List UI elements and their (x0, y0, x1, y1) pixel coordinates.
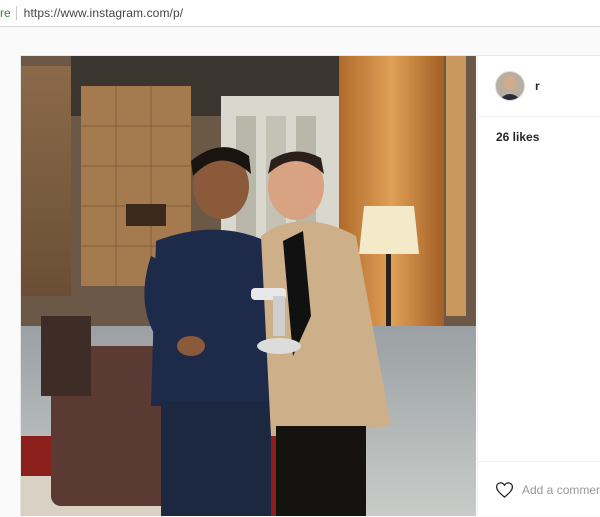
photo-illustration (21, 56, 476, 516)
post-sidebar: r 26 likes (477, 56, 600, 516)
post-card: r 26 likes (20, 55, 600, 516)
avatar[interactable] (495, 71, 525, 101)
comment-bar (478, 461, 600, 517)
avatar-image (496, 72, 524, 100)
comment-input[interactable] (522, 482, 600, 497)
address-separator (15, 6, 17, 20)
heart-icon[interactable] (495, 480, 514, 500)
browser-address-bar[interactable]: re https://www.instagram.com/p/ (0, 0, 600, 27)
post-header: r (478, 56, 600, 117)
likes-count[interactable]: 26 likes (496, 130, 539, 144)
url-text[interactable]: https://www.instagram.com/p/ (24, 6, 184, 20)
username-link[interactable]: r (535, 79, 540, 93)
secure-indicator: re (0, 6, 11, 20)
post-photo[interactable] (21, 56, 476, 516)
page-background (0, 27, 600, 55)
